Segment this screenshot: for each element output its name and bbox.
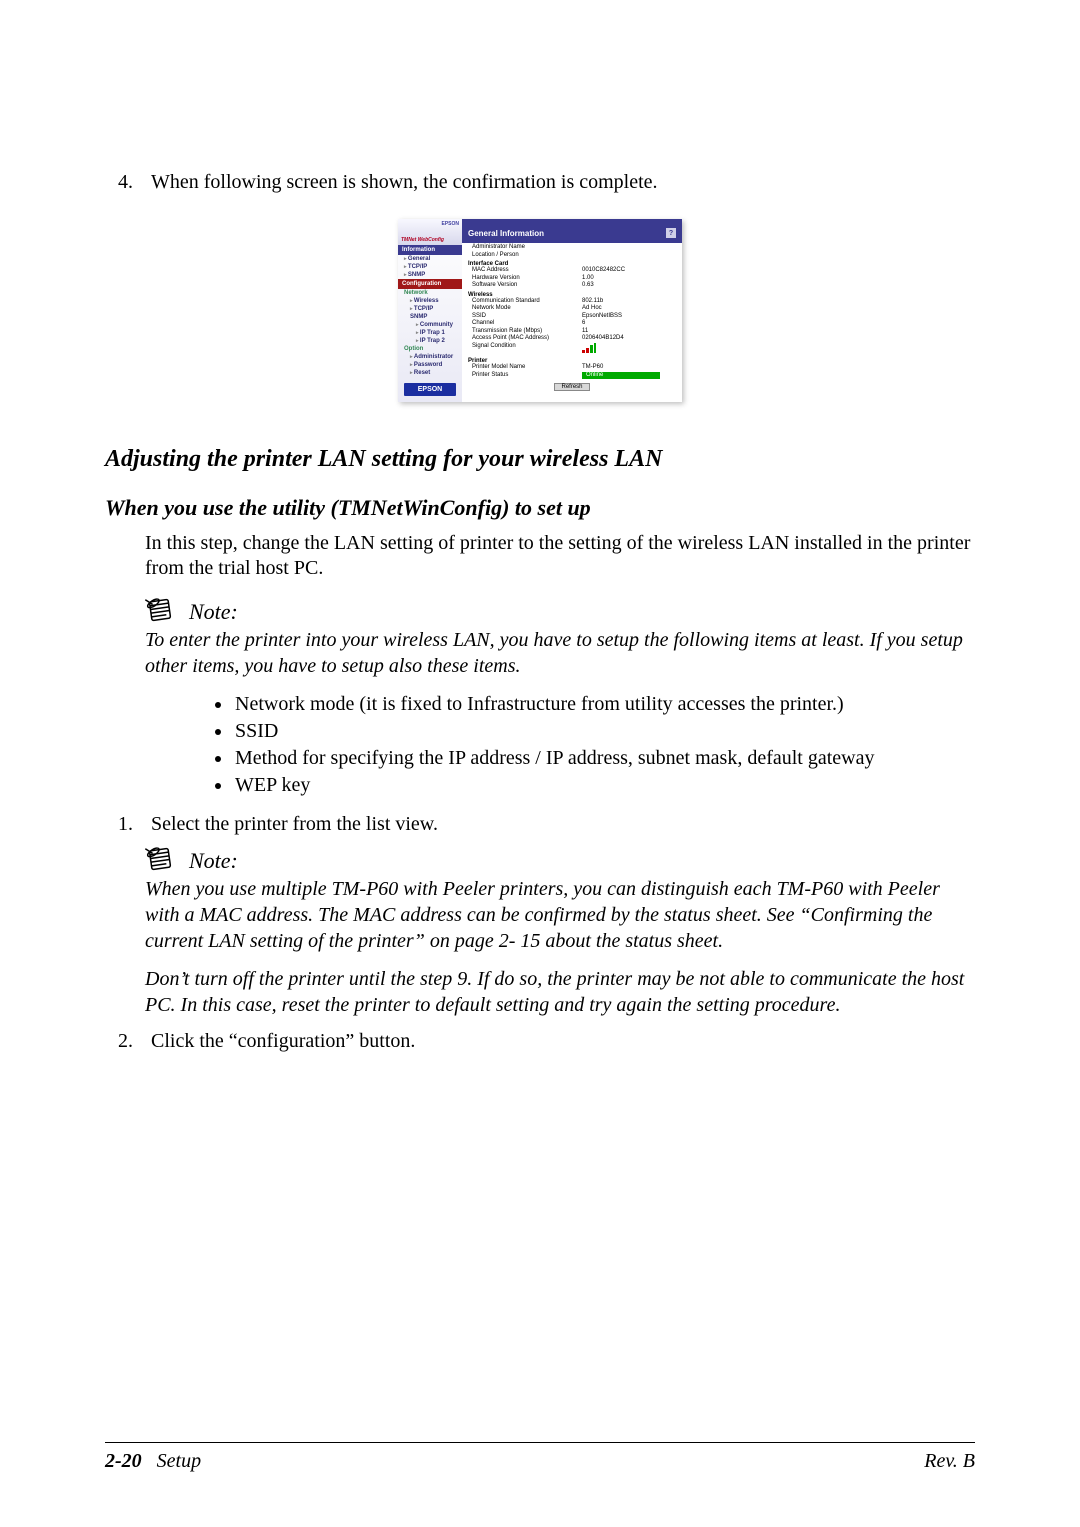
value-mac: 0010C82482CC — [582, 267, 676, 275]
step-number: 4. — [115, 170, 133, 195]
label-channel: Channel — [468, 320, 582, 328]
step-1: 1. Select the printer from the list view… — [105, 813, 975, 836]
label-sw-version: Software Version — [468, 282, 582, 290]
value-admin-name — [582, 244, 676, 252]
sidebar-group-option: Option — [398, 345, 462, 353]
value-ap-mac: 0206404B12D4 — [582, 335, 676, 343]
label-mac: MAC Address — [468, 267, 582, 275]
note-2-text-1: When you use multiple TM-P60 with Peeler… — [145, 876, 975, 954]
label-printer-status: Printer Status — [468, 372, 582, 380]
page-number: 2-20 — [105, 1450, 142, 1472]
product-logo — [398, 219, 462, 245]
help-icon[interactable]: ? — [666, 228, 676, 238]
panel-titlebar: General Information ? — [462, 219, 682, 243]
value-hw-version: 1.00 — [582, 275, 676, 283]
sidebar-item-iptrap2[interactable]: IP Trap 2 — [398, 337, 462, 345]
step-number: 1. — [115, 813, 133, 836]
step-2: 2. Click the “configuration” button. — [105, 1030, 975, 1053]
label-location: Location / Person — [468, 252, 582, 260]
note-icon — [143, 842, 177, 876]
value-rate: 11 — [582, 328, 676, 336]
sidebar-heading-configuration: Configuration — [398, 279, 462, 289]
screenshot-figure: Information General TCP/IP SNMP Configur… — [105, 219, 975, 402]
note-block-2: Note: When you use multiple TM-P60 with … — [105, 844, 975, 1018]
note-label: Note: — [189, 599, 238, 625]
label-ssid: SSID — [468, 313, 582, 321]
epson-badge: EPSON — [404, 383, 456, 396]
epsonnet-webconfig-window: Information General TCP/IP SNMP Configur… — [398, 219, 682, 402]
note-1-text: To enter the printer into your wireless … — [145, 627, 975, 679]
sidebar-item-community[interactable]: Community — [398, 321, 462, 329]
sidebar-group-network: Network — [398, 289, 462, 297]
sidebar-item-wireless[interactable]: Wireless — [398, 297, 462, 305]
label-signal: Signal Condition — [468, 343, 582, 357]
value-channel: 6 — [582, 320, 676, 328]
intro-paragraph: In this step, change the LAN setting of … — [105, 531, 975, 581]
footer-rule — [105, 1442, 975, 1443]
label-comm-standard: Communication Standard — [468, 298, 582, 306]
step-text: Select the printer from the list view. — [151, 813, 438, 836]
status-badge-online: Online — [582, 372, 660, 380]
sidebar-item-reset[interactable]: Reset — [398, 369, 462, 377]
sidebar-item-password[interactable]: Password — [398, 361, 462, 369]
footer-section: Setup — [157, 1450, 201, 1472]
label-admin-name: Administrator Name — [468, 244, 582, 252]
value-network-mode: Ad Hoc — [582, 305, 676, 313]
list-item: Network mode (it is fixed to Infrastruct… — [233, 691, 975, 718]
step-4: 4. When following screen is shown, the c… — [105, 170, 975, 195]
sidebar-item-snmp[interactable]: SNMP — [398, 271, 462, 279]
note-icon — [143, 593, 177, 627]
signal-bars-icon — [582, 343, 596, 353]
sidebar-heading-information: Information — [398, 245, 462, 255]
sidebar-item-tcpip[interactable]: TCP/IP — [398, 263, 462, 271]
value-model: TM-P60 — [582, 364, 676, 372]
list-item: Method for specifying the IP address / I… — [233, 745, 975, 772]
note-block-1: Note: To enter the printer into your wir… — [105, 595, 975, 679]
refresh-button[interactable]: Refresh — [554, 383, 589, 391]
value-comm-standard: 802.11b — [582, 298, 676, 306]
sidebar-item-administrator[interactable]: Administrator — [398, 353, 462, 361]
list-item: SSID — [233, 718, 975, 745]
main-panel: General Information ? Administrator Name… — [462, 219, 682, 402]
value-location — [582, 252, 676, 260]
label-network-mode: Network Mode — [468, 305, 582, 313]
document-page: 4. When following screen is shown, the c… — [0, 0, 1080, 1527]
sidebar: Information General TCP/IP SNMP Configur… — [398, 219, 462, 402]
page-footer: 2-20 Setup Rev. B — [105, 1450, 975, 1473]
note-2-text-2: Don’t turn off the printer until the ste… — [145, 966, 975, 1018]
sidebar-item-tcpip-config[interactable]: TCP/IP — [398, 305, 462, 313]
heading-when-you-use-utility: When you use the utility (TMNetWinConfig… — [105, 495, 975, 521]
heading-adjusting-lan: Adjusting the printer LAN setting for yo… — [105, 446, 975, 473]
label-model: Printer Model Name — [468, 364, 582, 372]
label-ap-mac: Access Point (MAC Address) — [468, 335, 582, 343]
footer-revision: Rev. B — [924, 1450, 975, 1473]
sidebar-item-snmp-config[interactable]: SNMP — [398, 313, 462, 321]
label-hw-version: Hardware Version — [468, 275, 582, 283]
label-rate: Transmission Rate (Mbps) — [468, 328, 582, 336]
value-sw-version: 0.63 — [582, 282, 676, 290]
note-label: Note: — [189, 848, 238, 874]
step-text: When following screen is shown, the conf… — [151, 170, 658, 195]
setup-items-list: Network mode (it is fixed to Infrastruct… — [105, 691, 975, 799]
panel-title: General Information — [468, 229, 544, 238]
step-number: 2. — [115, 1030, 133, 1053]
sidebar-item-iptrap1[interactable]: IP Trap 1 — [398, 329, 462, 337]
step-text: Click the “configuration” button. — [151, 1030, 415, 1053]
sidebar-item-general[interactable]: General — [398, 255, 462, 263]
value-ssid: EpsonNetIBSS — [582, 313, 676, 321]
list-item: WEP key — [233, 772, 975, 799]
